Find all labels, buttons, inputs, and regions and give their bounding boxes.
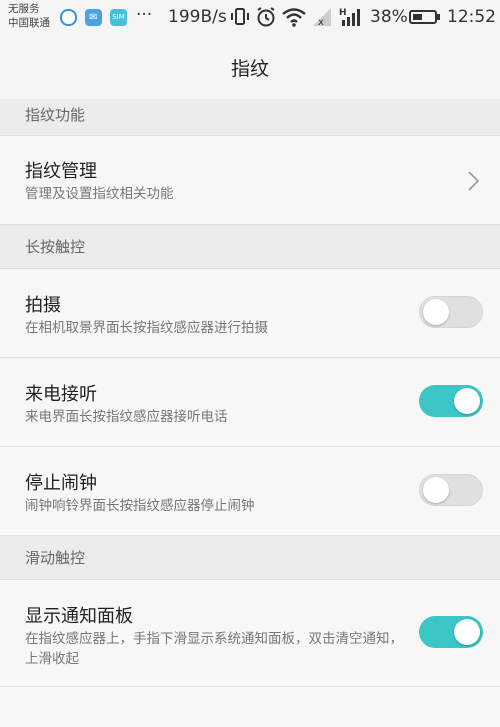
carrier-info: 无服务 中国联通 — [8, 2, 50, 30]
row-subtitle: 来电界面长按指纹感应器接听电话 — [25, 409, 228, 425]
answer-call-toggle[interactable] — [419, 385, 483, 417]
section-header-fingerprint-functions: 指纹功能 — [0, 99, 500, 136]
carrier-line1: 无服务 — [8, 3, 40, 15]
page-title: 指纹 — [230, 58, 269, 80]
row-title: 指纹管理 — [25, 161, 97, 182]
section-header-label: 指纹功能 — [25, 106, 86, 124]
capture-toggle[interactable] — [419, 296, 483, 328]
notification-panel-toggle[interactable] — [419, 616, 483, 648]
row-subtitle: 在相机取景界面长按指纹感应器进行拍摄 — [25, 320, 268, 336]
signal-x-icon: x — [313, 8, 331, 28]
svg-text:x: x — [318, 17, 324, 28]
section-header-long-press: 长按触控 — [0, 225, 500, 269]
row-subtitle: 闹钟响铃界面长按指纹感应器停止闹钟 — [25, 498, 255, 514]
section-header-swipe: 滑动触控 — [0, 536, 500, 580]
vibrate-icon — [231, 8, 249, 25]
section-header-label: 滑动触控 — [25, 549, 86, 567]
row-subtitle: 管理及设置指纹相关功能 — [25, 186, 174, 202]
wifi-icon — [282, 8, 306, 27]
stop-alarm-toggle[interactable] — [419, 474, 483, 506]
app-icon: SIM — [110, 9, 127, 26]
alarm-icon — [257, 7, 275, 27]
capture-row: 拍摄 在相机取景界面长按指纹感应器进行拍摄 — [0, 269, 500, 358]
stop-alarm-row: 停止闹钟 闹钟响铃界面长按指纹感应器停止闹钟 — [0, 447, 500, 536]
row-title: 拍摄 — [25, 295, 61, 316]
svg-text:H: H — [339, 8, 347, 18]
status-bar: 无服务 中国联通 ✉ SIM ··· 199B/s x H 38% 12:52 — [0, 0, 500, 36]
title-bar: 指纹 — [0, 36, 500, 100]
browser-icon — [60, 9, 77, 26]
answer-call-row: 来电接听 来电界面长按指纹感应器接听电话 — [0, 358, 500, 447]
fingerprint-management-row[interactable]: 指纹管理 管理及设置指纹相关功能 — [0, 136, 500, 225]
row-title: 显示通知面板 — [25, 606, 133, 627]
clock: 12:52 — [447, 7, 496, 27]
row-title: 来电接听 — [25, 384, 97, 405]
signal-strength-icon: H — [339, 8, 360, 26]
network-speed: 199B/s — [168, 7, 227, 27]
battery-percent: 38% — [370, 7, 408, 27]
carrier-line2: 中国联通 — [8, 17, 50, 29]
chevron-right-icon — [468, 171, 480, 191]
row-title: 停止闹钟 — [25, 473, 97, 494]
notification-panel-row: 显示通知面板 在指纹感应器上，手指下滑显示系统通知面板，双击清空通知，上滑收起 — [0, 580, 500, 687]
battery-icon — [409, 10, 440, 24]
next-row-partial — [0, 687, 500, 727]
message-icon: ✉ — [85, 9, 102, 26]
section-header-label: 长按触控 — [25, 238, 86, 256]
more-notifications-icon: ··· — [136, 5, 153, 25]
row-subtitle: 在指纹感应器上，手指下滑显示系统通知面板，双击清空通知，上滑收起 — [25, 631, 403, 667]
